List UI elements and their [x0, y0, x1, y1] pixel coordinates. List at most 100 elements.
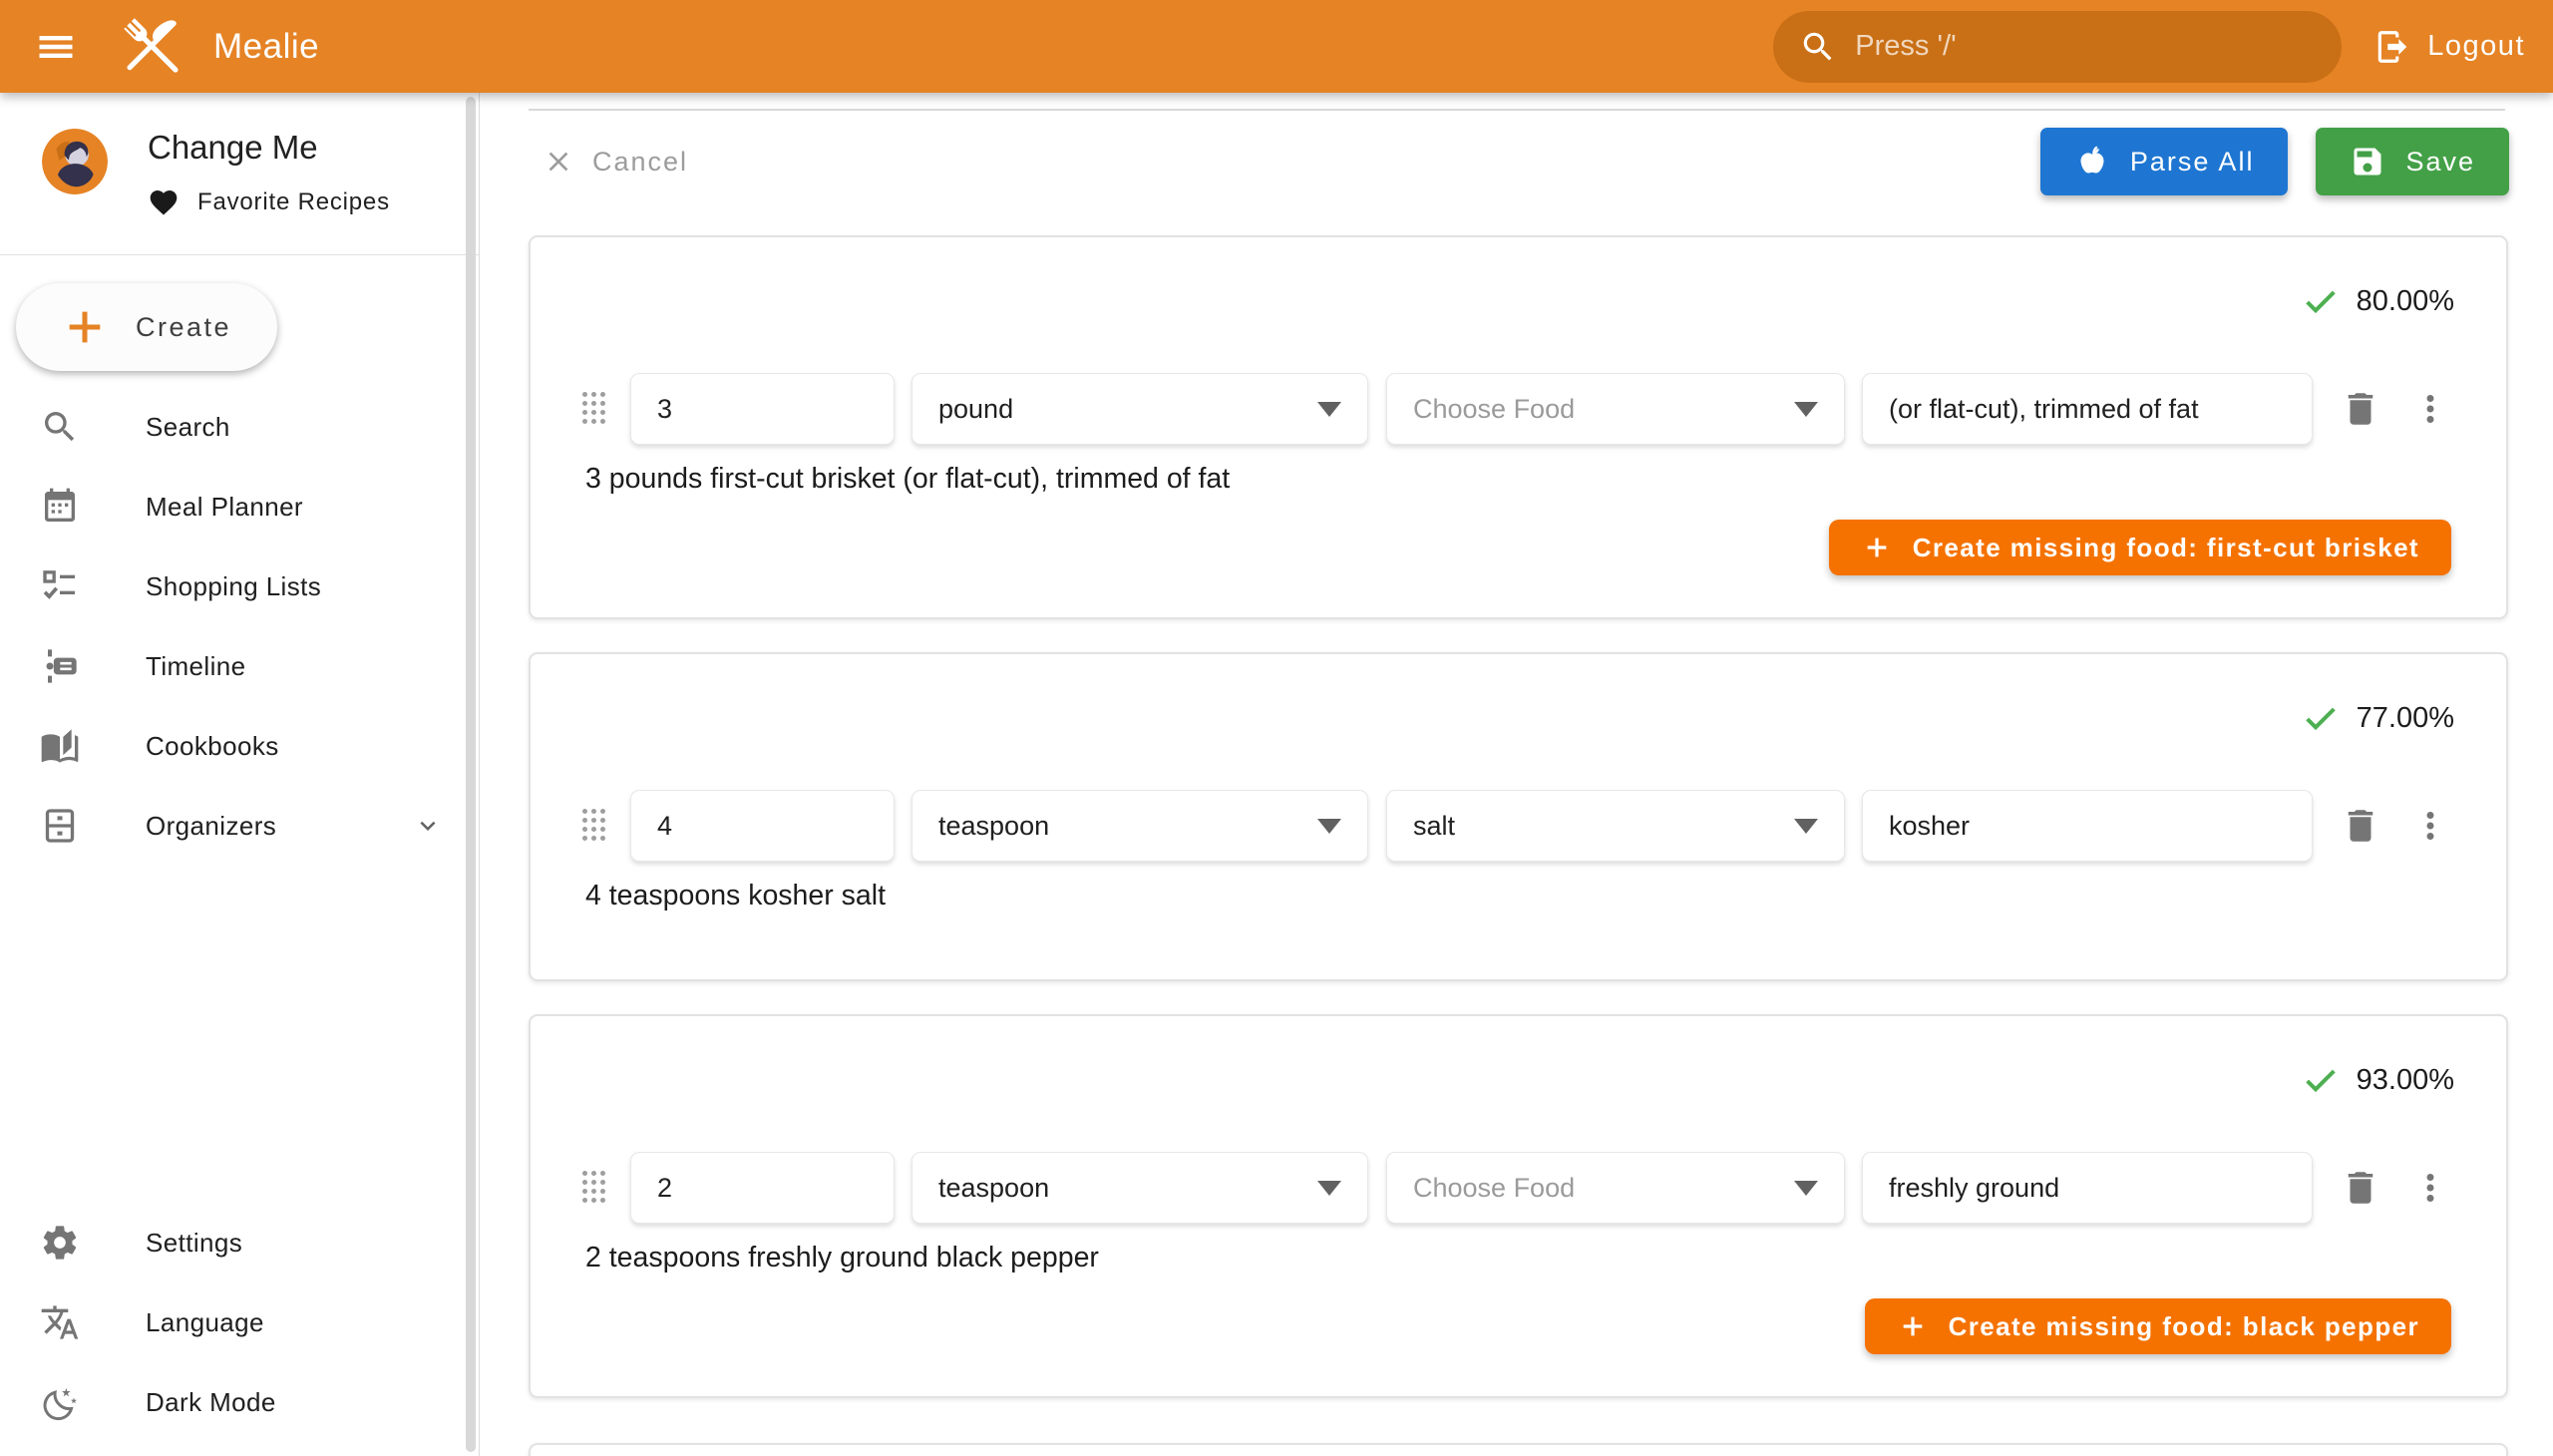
language-icon [40, 1302, 80, 1342]
logout-button[interactable]: Logout [2373, 28, 2525, 66]
sidebar-item-label: Meal Planner [146, 492, 303, 523]
sidebar-item-timeline[interactable]: Timeline [0, 626, 479, 706]
cookbooks-icon [40, 726, 80, 766]
sidebar-item-label: Shopping Lists [146, 571, 321, 602]
original-ingredient-text: 4 teaspoons kosher salt [585, 880, 886, 912]
quantity-input[interactable] [630, 373, 895, 445]
menu-icon[interactable] [20, 11, 92, 83]
create-missing-food-button[interactable]: Create missing food: first-cut brisket [1829, 520, 2451, 575]
dropdown-arrow-icon [1317, 402, 1341, 417]
sidebar-nav: Search Meal Planner Shopping Lists Timel… [0, 387, 479, 866]
sidebar-item-cookbooks[interactable]: Cookbooks [0, 706, 479, 786]
sidebar-item-label: Settings [146, 1228, 242, 1259]
kebab-menu-icon [2409, 388, 2451, 430]
shopping-lists-icon [40, 566, 80, 606]
quantity-input[interactable] [630, 1152, 895, 1224]
sidebar-item-search[interactable]: Search [0, 387, 479, 467]
check-icon [2301, 1060, 2341, 1100]
mealie-logo-icon [114, 8, 191, 86]
delete-button[interactable] [2337, 379, 2384, 439]
ingredient-fields-row: teaspoon Choose Food [582, 1152, 2454, 1224]
save-button[interactable]: Save [2316, 128, 2509, 195]
delete-button[interactable] [2337, 796, 2384, 856]
favorites-label: Favorite Recipes [197, 188, 390, 216]
parser-toolbar: Cancel Parse All Save [529, 128, 2509, 195]
sidebar-item-organizers[interactable]: Organizers [0, 786, 479, 866]
note-input[interactable] [1862, 373, 2313, 445]
ingredient-fields-row: teaspoon salt [582, 790, 2454, 862]
sidebar-item-language[interactable]: Language [0, 1282, 479, 1362]
check-icon [2301, 281, 2341, 321]
sidebar-item-label: Cookbooks [146, 731, 279, 762]
note-input[interactable] [1862, 790, 2313, 862]
save-label: Save [2405, 147, 2475, 178]
note-input[interactable] [1862, 1152, 2313, 1224]
sidebar-item-label: Timeline [146, 651, 245, 682]
search-icon [1799, 28, 1837, 66]
unit-select[interactable]: teaspoon [912, 1152, 1368, 1224]
trash-icon [2340, 805, 2381, 847]
sidebar-scrollbar[interactable] [466, 97, 476, 1452]
sidebar-item-meal-planner[interactable]: Meal Planner [0, 467, 479, 546]
more-options-button[interactable] [2406, 1158, 2454, 1218]
plus-icon [1861, 532, 1893, 563]
quantity-input[interactable] [630, 790, 895, 862]
divider [0, 254, 479, 255]
dropdown-arrow-icon [1794, 819, 1818, 834]
settings-icon [40, 1223, 80, 1263]
close-icon [543, 146, 574, 178]
global-search[interactable] [1773, 11, 2342, 83]
cancel-label: Cancel [592, 147, 688, 178]
sidebar-item-settings[interactable]: Settings [0, 1203, 479, 1282]
dropdown-arrow-icon [1794, 402, 1818, 417]
scrolled-card-edge [529, 109, 2505, 111]
parse-all-button[interactable]: Parse All [2040, 128, 2289, 195]
user-block[interactable]: Change Me Favorite Recipes [0, 93, 479, 218]
create-missing-food-button[interactable]: Create missing food: black pepper [1865, 1298, 2451, 1354]
sidebar-item-shopping-lists[interactable]: Shopping Lists [0, 546, 479, 626]
dropdown-arrow-icon [1794, 1181, 1818, 1196]
sidebar: Change Me Favorite Recipes Create Search… [0, 93, 480, 1456]
chevron-down-icon [413, 811, 443, 841]
plus-icon [62, 304, 108, 350]
drag-handle-icon[interactable] [582, 809, 608, 843]
parse-all-label: Parse All [2130, 147, 2255, 178]
dropdown-arrow-icon [1317, 1181, 1341, 1196]
unit-select[interactable]: teaspoon [912, 790, 1368, 862]
ingredient-card-partial [529, 1443, 2508, 1456]
timeline-icon [40, 646, 80, 686]
sidebar-item-dark-mode[interactable]: Dark Mode [0, 1362, 479, 1442]
trash-icon [2340, 388, 2381, 430]
food-select[interactable]: Choose Food [1386, 1152, 1845, 1224]
sidebar-item-label: Language [146, 1307, 264, 1338]
ingredient-card: 80.00% pound Choose Food 3 pounds first-… [529, 235, 2508, 619]
more-options-button[interactable] [2406, 796, 2454, 856]
search-input[interactable] [1855, 30, 2316, 63]
logout-icon [2373, 28, 2411, 66]
dark-mode-icon [40, 1382, 80, 1422]
organizers-icon [40, 806, 80, 846]
cancel-button[interactable]: Cancel [529, 136, 702, 187]
favorite-recipes-link[interactable]: Favorite Recipes [148, 186, 390, 218]
confidence-indicator: 77.00% [2301, 698, 2454, 738]
food-select[interactable]: salt [1386, 790, 1845, 862]
drag-handle-icon[interactable] [582, 1171, 608, 1205]
food-select[interactable]: Choose Food [1386, 373, 1845, 445]
apple-icon [2074, 144, 2110, 180]
confidence-value: 93.00% [2357, 1064, 2454, 1097]
kebab-menu-icon [2409, 805, 2451, 847]
create-label: Create [136, 312, 231, 343]
app-bar: Mealie Logout [0, 0, 2553, 93]
create-button[interactable]: Create [16, 283, 277, 371]
delete-button[interactable] [2337, 1158, 2384, 1218]
more-options-button[interactable] [2406, 379, 2454, 439]
ingredient-card: 77.00% teaspoon salt 4 teaspoons kosher … [529, 652, 2508, 981]
confidence-value: 80.00% [2357, 285, 2454, 318]
drag-handle-icon[interactable] [582, 392, 608, 426]
logout-label: Logout [2427, 30, 2525, 63]
confidence-indicator: 80.00% [2301, 281, 2454, 321]
sidebar-item-label: Dark Mode [146, 1387, 276, 1418]
ingredient-card: 93.00% teaspoon Choose Food 2 teaspoons … [529, 1014, 2508, 1398]
heart-icon [148, 186, 180, 218]
unit-select[interactable]: pound [912, 373, 1368, 445]
